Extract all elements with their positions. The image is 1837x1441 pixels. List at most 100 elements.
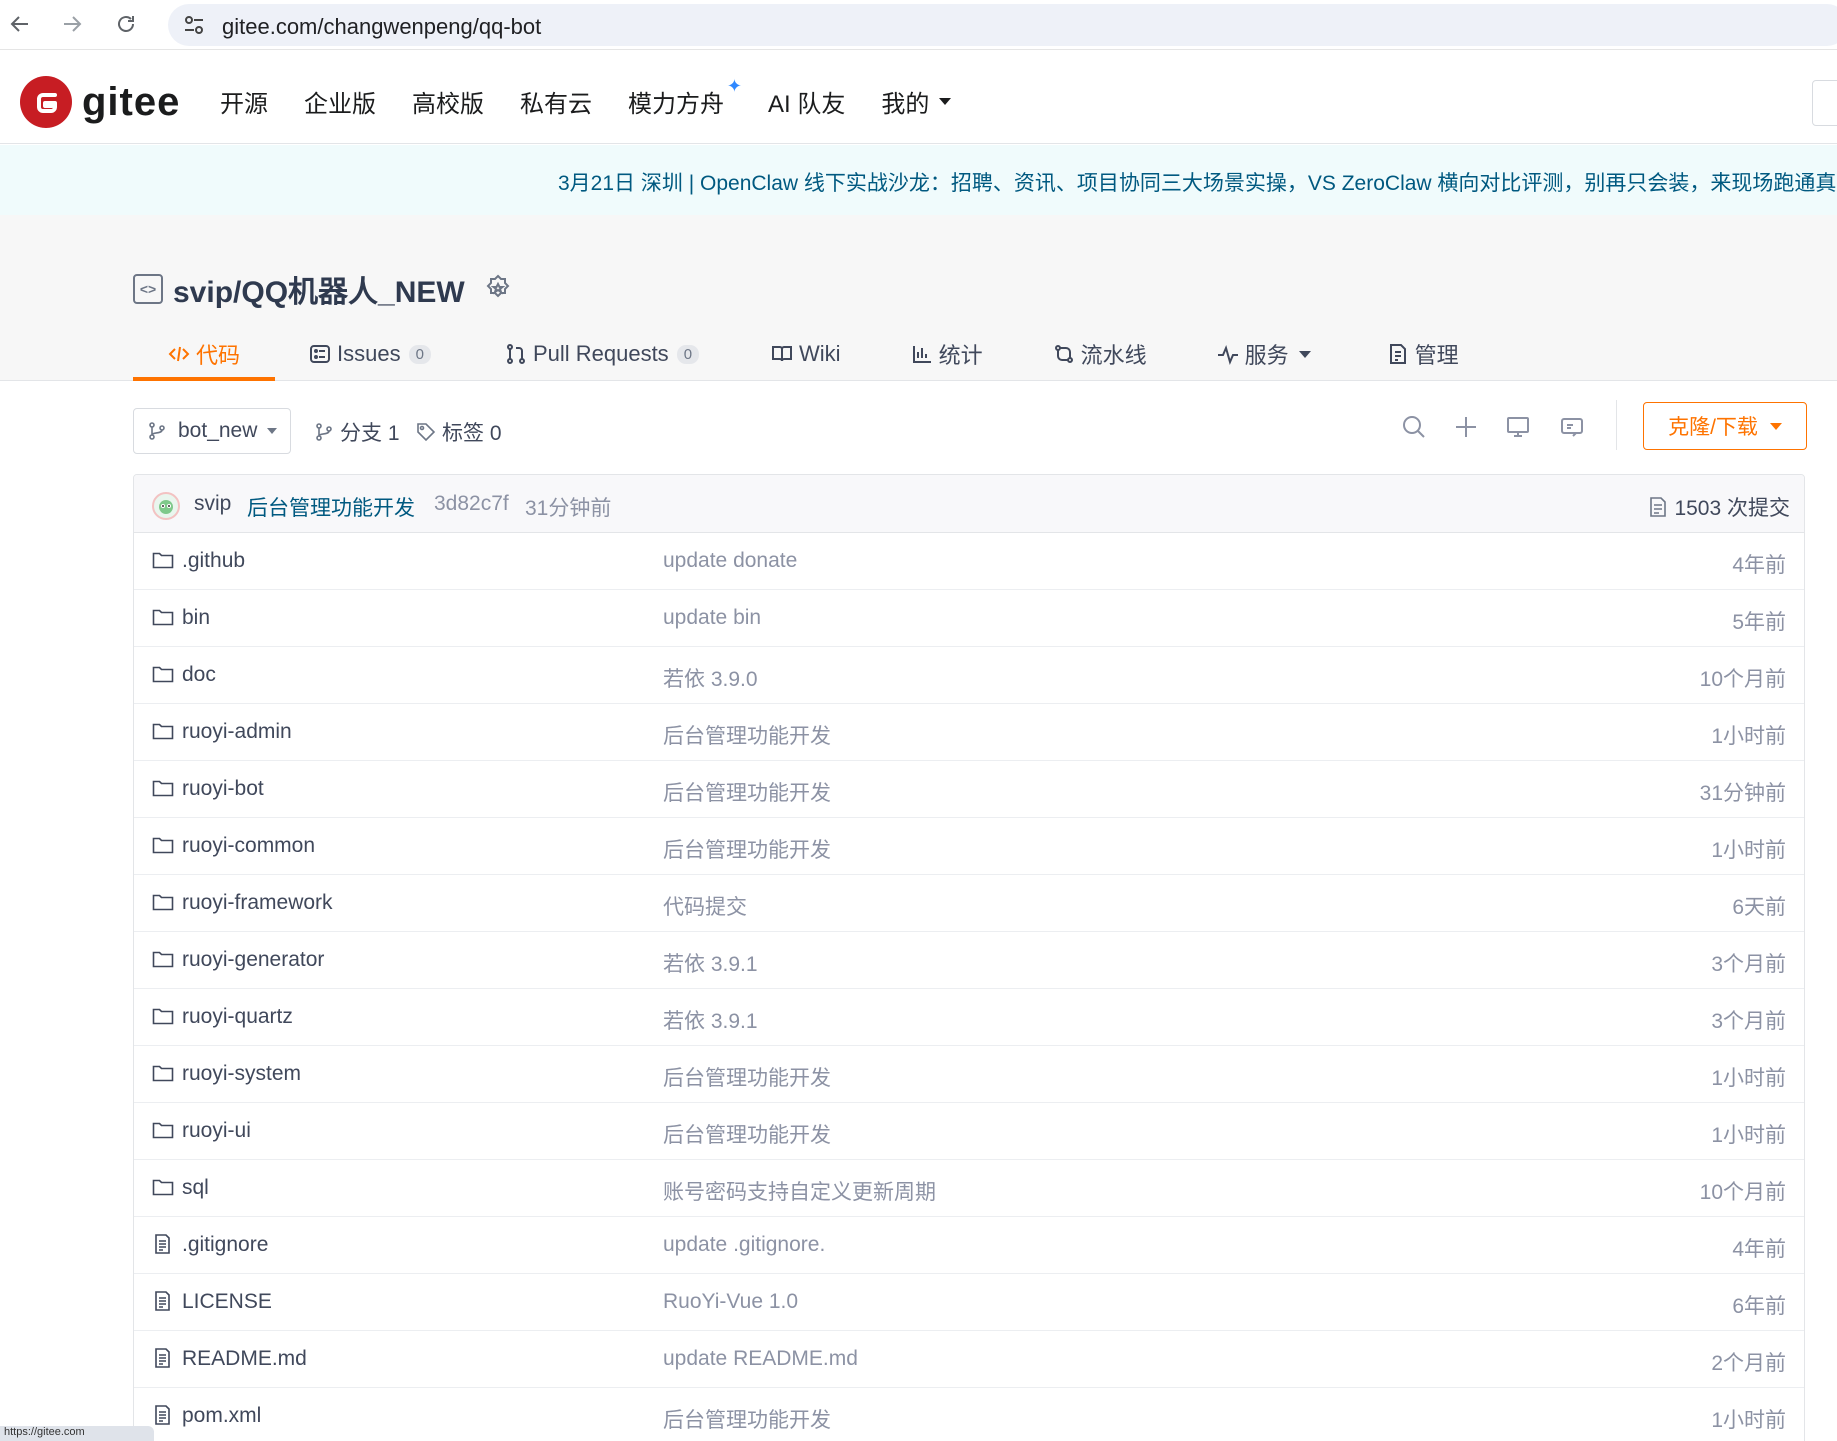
- tab-stats[interactable]: 统计: [911, 327, 983, 381]
- file-commit-message[interactable]: 后台管理功能开发: [663, 1119, 831, 1149]
- file-name-link[interactable]: ruoyi-generator: [182, 948, 324, 972]
- file-row[interactable]: .gitignore update .gitignore. 4年前: [134, 1217, 1804, 1274]
- branches-link[interactable]: 分支 1: [314, 417, 400, 447]
- tab-issues[interactable]: Issues 0: [309, 327, 431, 381]
- file-row[interactable]: LICENSE RuoYi-Vue 1.0 6年前: [134, 1274, 1804, 1331]
- folder-icon: [152, 1063, 174, 1083]
- file-commit-message[interactable]: 账号密码支持自定义更新周期: [663, 1176, 936, 1206]
- commit-count-link[interactable]: 1503 次提交: [1648, 492, 1790, 522]
- file-name-link[interactable]: LICENSE: [182, 1290, 272, 1314]
- tags-link[interactable]: 标签 0: [416, 417, 502, 447]
- file-row[interactable]: sql 账号密码支持自定义更新周期 10个月前: [134, 1160, 1804, 1217]
- tab-wiki[interactable]: Wiki: [771, 327, 841, 381]
- nav-open-source[interactable]: 开源: [220, 84, 268, 119]
- file-commit-message[interactable]: 若依 3.9.0: [663, 663, 758, 693]
- nav-education[interactable]: 高校版: [412, 84, 484, 119]
- tab-pipeline[interactable]: 流水线: [1053, 327, 1147, 381]
- web-ide-monitor-icon[interactable]: [1505, 414, 1531, 440]
- commit-sha[interactable]: 3d82c7f: [434, 492, 509, 516]
- search-icon[interactable]: [1401, 414, 1427, 440]
- tab-pull-requests[interactable]: Pull Requests 0: [505, 327, 700, 381]
- file-commit-time: 2个月前: [1711, 1352, 1786, 1375]
- tab-manage[interactable]: 管理: [1387, 327, 1459, 381]
- file-row[interactable]: ruoyi-framework 代码提交 6天前: [134, 875, 1804, 932]
- file-name-link[interactable]: ruoyi-bot: [182, 777, 264, 801]
- commit-message[interactable]: 后台管理功能开发: [247, 492, 415, 522]
- file-name-link[interactable]: pom.xml: [182, 1404, 261, 1428]
- file-row[interactable]: ruoyi-ui 后台管理功能开发 1小时前: [134, 1103, 1804, 1160]
- file-name-link[interactable]: .github: [182, 549, 245, 573]
- tab-code[interactable]: 代码: [133, 327, 275, 381]
- banner-link[interactable]: 3月21日 深圳 | OpenClaw 线下实战沙龙：招聘、资讯、项目协同三大场…: [558, 167, 1837, 197]
- tab-services-label: 服务: [1244, 343, 1289, 368]
- file-row[interactable]: ruoyi-bot 后台管理功能开发 31分钟前: [134, 761, 1804, 818]
- folder-icon: [152, 721, 174, 741]
- file-commit-message[interactable]: update donate: [663, 549, 797, 573]
- file-commit-message[interactable]: update README.md: [663, 1347, 858, 1371]
- forward-arrow-icon[interactable]: [56, 8, 88, 40]
- file-row[interactable]: pom.xml 后台管理功能开发 1小时前: [134, 1388, 1804, 1441]
- file-name-link[interactable]: bin: [182, 606, 210, 630]
- file-row[interactable]: ruoyi-common 后台管理功能开发 1小时前: [134, 818, 1804, 875]
- file-commit-message[interactable]: 若依 3.9.1: [663, 1005, 758, 1035]
- tab-pull-requests-label: Pull Requests: [532, 341, 669, 366]
- commit-author[interactable]: svip: [194, 492, 231, 516]
- nav-ai-teammate[interactable]: AI 队友: [768, 84, 845, 119]
- nav-private-cloud[interactable]: 私有云: [520, 84, 592, 119]
- branch-selector[interactable]: bot_new: [133, 408, 291, 454]
- nav-mine[interactable]: 我的: [881, 84, 952, 119]
- file-row[interactable]: .github update donate 4年前: [134, 533, 1804, 590]
- file-name-link[interactable]: .gitignore: [182, 1233, 268, 1257]
- file-row[interactable]: bin update bin 5年前: [134, 590, 1804, 647]
- site-settings-icon[interactable]: [182, 14, 206, 36]
- folder-icon: [152, 835, 174, 855]
- file-name-link[interactable]: ruoyi-framework: [182, 891, 333, 915]
- gitee-logo[interactable]: gitee: [20, 76, 180, 128]
- avatar[interactable]: [152, 492, 180, 520]
- file-name-link[interactable]: ruoyi-quartz: [182, 1005, 293, 1029]
- wiki-book-icon: [771, 343, 793, 365]
- file-name-link[interactable]: README.md: [182, 1347, 307, 1371]
- file-row[interactable]: README.md update README.md 2个月前: [134, 1331, 1804, 1388]
- status-url-tooltip: https://gitee.com: [0, 1426, 154, 1441]
- file-row[interactable]: ruoyi-quartz 若依 3.9.1 3个月前: [134, 989, 1804, 1046]
- file-name-link[interactable]: ruoyi-common: [182, 834, 315, 858]
- file-commit-message[interactable]: RuoYi-Vue 1.0: [663, 1290, 798, 1314]
- file-commit-message[interactable]: update .gitignore.: [663, 1233, 825, 1257]
- file-commit-message[interactable]: 若依 3.9.1: [663, 948, 758, 978]
- recommend-badge-icon[interactable]: [483, 274, 513, 304]
- file-commit-message[interactable]: 后台管理功能开发: [663, 834, 831, 864]
- file-name-link[interactable]: doc: [182, 663, 216, 687]
- file-name-link[interactable]: ruoyi-admin: [182, 720, 292, 744]
- repo-name[interactable]: svip/QQ机器人_NEW: [173, 267, 465, 311]
- nav-moli-fangzhou[interactable]: 模力方舟 ✦: [628, 76, 742, 119]
- file-commit-message[interactable]: 后台管理功能开发: [663, 720, 831, 750]
- file-commit-time: 4年前: [1732, 1238, 1786, 1261]
- caret-down-icon: [1298, 350, 1311, 358]
- clone-download-button[interactable]: 克隆/下载: [1643, 402, 1807, 450]
- reload-icon[interactable]: [110, 8, 142, 40]
- tab-services[interactable]: 服务: [1217, 327, 1311, 381]
- commit-count: 1503 次提交: [1674, 497, 1790, 520]
- file-commit-message[interactable]: 后台管理功能开发: [663, 777, 831, 807]
- file-row[interactable]: ruoyi-system 后台管理功能开发 1小时前: [134, 1046, 1804, 1103]
- toolbar-divider: [1616, 400, 1617, 450]
- code-snippet-icon[interactable]: [1559, 414, 1585, 440]
- file-commit-message[interactable]: 后台管理功能开发: [663, 1062, 831, 1092]
- file-name-link[interactable]: ruoyi-system: [182, 1062, 301, 1086]
- folder-icon: [152, 607, 174, 627]
- file-row[interactable]: doc 若依 3.9.0 10个月前: [134, 647, 1804, 704]
- file-row[interactable]: ruoyi-generator 若依 3.9.1 3个月前: [134, 932, 1804, 989]
- plus-icon[interactable]: [1453, 414, 1479, 440]
- nav-enterprise[interactable]: 企业版: [304, 84, 376, 119]
- file-commit-message[interactable]: 代码提交: [663, 891, 747, 921]
- address-bar[interactable]: gitee.com/changwenpeng/qq-bot: [168, 4, 1837, 46]
- back-arrow-icon[interactable]: [4, 8, 36, 40]
- file-name-link[interactable]: sql: [182, 1176, 209, 1200]
- url-text[interactable]: gitee.com/changwenpeng/qq-bot: [222, 14, 541, 40]
- file-commit-message[interactable]: 后台管理功能开发: [663, 1404, 831, 1434]
- file-name-link[interactable]: ruoyi-ui: [182, 1119, 251, 1143]
- file-row[interactable]: ruoyi-admin 后台管理功能开发 1小时前: [134, 704, 1804, 761]
- search-input[interactable]: [1812, 80, 1837, 126]
- file-commit-message[interactable]: update bin: [663, 606, 761, 630]
